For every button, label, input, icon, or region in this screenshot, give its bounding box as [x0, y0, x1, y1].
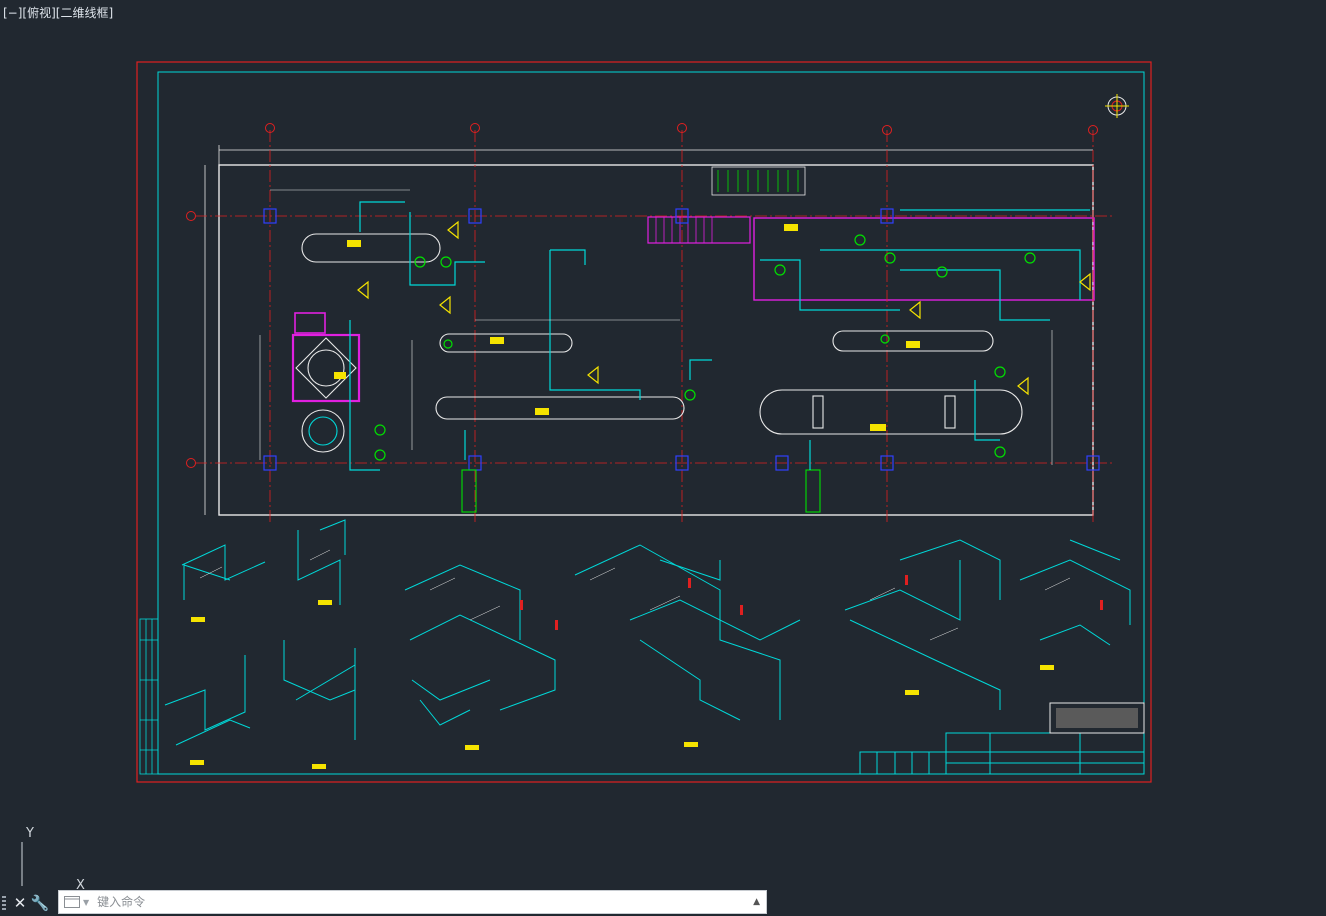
- command-line: ✕ 🔧 ▼ ▲: [0, 889, 770, 916]
- command-prompt-icon[interactable]: [64, 896, 80, 908]
- building-plan: [204, 145, 1095, 516]
- valves: [374, 234, 1036, 461]
- equipment-tags: [334, 224, 920, 431]
- sheet-outer-border: [136, 61, 1152, 783]
- detail-markers: [520, 575, 1103, 630]
- ucs-y-label: Y: [25, 826, 34, 841]
- flow-arrows: [357, 220, 1091, 396]
- piping-plan: [349, 201, 1090, 471]
- equipment: [291, 233, 1023, 513]
- detail-labels: [190, 600, 1054, 769]
- ucs-icon: Y X: [21, 826, 85, 892]
- command-input[interactable]: [95, 891, 754, 913]
- wrench-icon[interactable]: 🔧: [30, 892, 50, 914]
- model-space-canvas[interactable]: [0, 0, 1326, 890]
- building-columns: [263, 208, 1100, 471]
- axis-grid: [195, 130, 1115, 525]
- close-icon[interactable]: ✕: [10, 892, 30, 914]
- sheet-inner-border: [157, 71, 1145, 775]
- grid-bubbles: [186, 123, 1098, 468]
- title-block-stamp: [1056, 708, 1138, 728]
- isometric-tags: [199, 549, 1071, 641]
- north-arrow-icon: [1105, 94, 1129, 118]
- chevron-down-icon[interactable]: ▼: [83, 898, 89, 907]
- binding-strip: [139, 618, 159, 775]
- isometric-details: [164, 519, 1131, 746]
- command-input-box[interactable]: ▼ ▲: [58, 890, 767, 914]
- command-history-icon[interactable]: ▲: [753, 897, 760, 907]
- command-line-grip[interactable]: [2, 892, 10, 914]
